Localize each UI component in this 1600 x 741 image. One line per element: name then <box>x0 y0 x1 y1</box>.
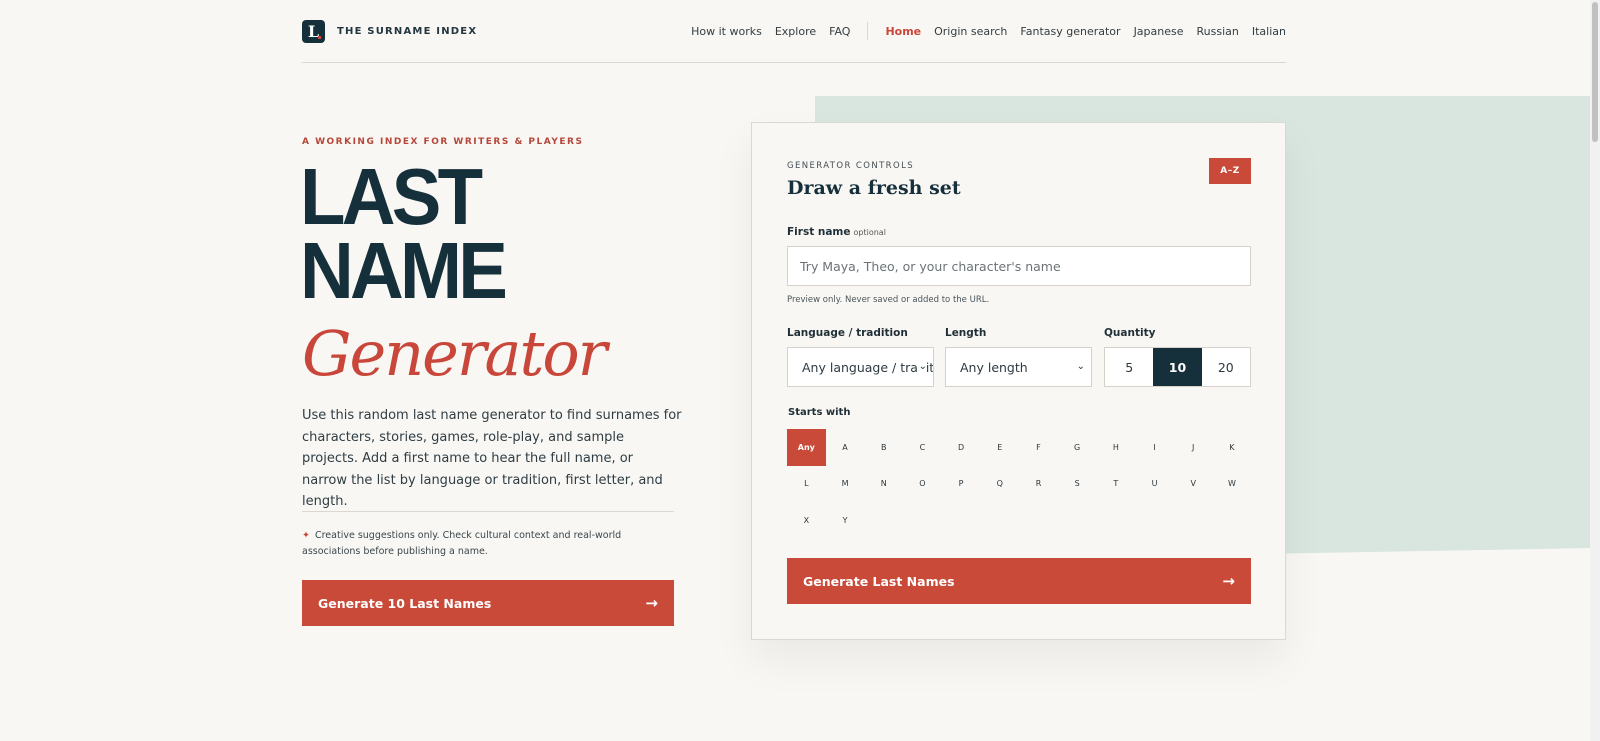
letter-filter-s[interactable]: S <box>1058 466 1097 503</box>
chevron-down-icon: ⌄ <box>916 361 927 372</box>
letter-filter-d[interactable]: D <box>942 429 981 466</box>
first-name-label-text: First name <box>787 226 851 238</box>
language-label: Language / tradition <box>787 327 908 339</box>
first-name-helper: Preview only. Never saved or added to th… <box>787 295 990 305</box>
site-header: L THE SURNAME INDEX How it works Explore… <box>302 0 1286 63</box>
quantity-20-button[interactable]: 20 <box>1202 348 1250 386</box>
language-select-value: Any language / tradition <box>802 359 933 375</box>
length-select-value: Any length <box>960 359 1028 375</box>
letter-filter-l[interactable]: L <box>787 466 826 503</box>
scroll-thumb[interactable] <box>1592 2 1598 142</box>
generate-last-names-label: Generate Last Names <box>803 573 955 589</box>
generate-10-label: Generate 10 Last Names <box>318 595 492 611</box>
letter-filter-any[interactable]: Any <box>787 429 826 466</box>
generate-last-names-button[interactable]: Generate Last Names → <box>787 558 1251 604</box>
first-name-label: First name optional <box>787 226 886 238</box>
nav-explore[interactable]: Explore <box>775 25 816 38</box>
letter-filter-m[interactable]: M <box>826 466 865 503</box>
generate-10-button[interactable]: Generate 10 Last Names → <box>302 580 674 626</box>
quantity-5-button[interactable]: 5 <box>1105 348 1153 386</box>
nav-primary: How it works Explore FAQ <box>691 25 850 38</box>
language-select[interactable]: Any language / tradition ⌄ <box>787 347 934 387</box>
letter-filter-t[interactable]: T <box>1097 466 1136 503</box>
nav-fantasy-generator[interactable]: Fantasy generator <box>1020 25 1120 38</box>
length-select[interactable]: Any length ⌄ <box>945 347 1092 387</box>
disclaimer-text: Creative suggestions only. Check cultura… <box>302 530 622 557</box>
letter-filter-e[interactable]: E <box>980 429 1019 466</box>
quantity-toggle: 5 10 20 <box>1104 347 1251 387</box>
letter-filter-j[interactable]: J <box>1174 429 1213 466</box>
nav-home[interactable]: Home <box>885 25 921 38</box>
hero-divider <box>302 511 674 512</box>
card-title: Draw a fresh set <box>787 177 961 199</box>
letter-filter-o[interactable]: O <box>903 466 942 503</box>
letter-filter-n[interactable]: N <box>864 466 903 503</box>
hero-title-name: NAME <box>300 226 508 315</box>
nav-divider <box>867 22 869 40</box>
letter-filter-q[interactable]: Q <box>980 466 1019 503</box>
nav-japanese[interactable]: Japanese <box>1134 25 1184 38</box>
sort-az-button[interactable]: A–Z <box>1209 158 1251 184</box>
letter-filter-p[interactable]: P <box>942 466 981 503</box>
arrow-right-icon: → <box>1222 572 1235 590</box>
quantity-label: Quantity <box>1104 327 1156 339</box>
letter-filter-i[interactable]: I <box>1135 429 1174 466</box>
nav-italian[interactable]: Italian <box>1252 25 1286 38</box>
letter-filter-a[interactable]: A <box>826 429 865 466</box>
letter-filter-g[interactable]: G <box>1058 429 1097 466</box>
letter-filter-y[interactable]: Y <box>826 502 865 539</box>
arrow-right-icon: → <box>645 594 658 612</box>
length-label: Length <box>945 327 987 339</box>
hero-title-generator: Generator <box>302 317 607 390</box>
nav-origin-search[interactable]: Origin search <box>934 25 1007 38</box>
page-scrollbar[interactable] <box>1590 0 1600 741</box>
logo[interactable]: L THE SURNAME INDEX <box>302 19 478 43</box>
logo-mark-icon: L <box>302 19 325 43</box>
letter-filter-f[interactable]: F <box>1019 429 1058 466</box>
sparkle-icon: ✦ <box>302 530 310 541</box>
quantity-10-button[interactable]: 10 <box>1153 348 1202 386</box>
first-name-input[interactable] <box>787 246 1251 286</box>
letter-filter-grid: Any A B C D E F G H I J K L M N O P Q R S T U V W X Y <box>787 429 1257 539</box>
brand-name: THE SURNAME INDEX <box>337 25 478 37</box>
letter-filter-x[interactable]: X <box>787 502 826 539</box>
letter-filter-w[interactable]: W <box>1213 466 1252 503</box>
card-eyebrow: GENERATOR CONTROLS <box>787 161 914 171</box>
generator-card: GENERATOR CONTROLS Draw a fresh set A–Z … <box>751 122 1286 640</box>
letter-filter-c[interactable]: C <box>903 429 942 466</box>
chevron-down-icon: ⌄ <box>1074 361 1085 372</box>
letter-filter-v[interactable]: V <box>1174 466 1213 503</box>
letter-filter-u[interactable]: U <box>1135 466 1174 503</box>
nav-faq[interactable]: FAQ <box>829 25 850 38</box>
hero-eyebrow: A WORKING INDEX FOR WRITERS & PLAYERS <box>302 137 584 147</box>
nav-how-it-works[interactable]: How it works <box>691 25 762 38</box>
main-nav: How it works Explore FAQ Home Origin sea… <box>691 22 1286 40</box>
nav-secondary: Home Origin search Fantasy generator Jap… <box>885 25 1286 38</box>
letter-filter-b[interactable]: B <box>864 429 903 466</box>
starts-with-label: Starts with <box>788 407 851 418</box>
disclaimer-note: ✦ Creative suggestions only. Check cultur… <box>302 528 642 560</box>
letter-filter-h[interactable]: H <box>1097 429 1136 466</box>
optional-tag: optional <box>853 228 886 237</box>
hero-description: Use this random last name generator to f… <box>302 408 682 509</box>
hero-title-last: LAST <box>300 152 483 241</box>
nav-russian[interactable]: Russian <box>1197 25 1239 38</box>
letter-filter-r[interactable]: R <box>1019 466 1058 503</box>
letter-filter-k[interactable]: K <box>1213 429 1252 466</box>
